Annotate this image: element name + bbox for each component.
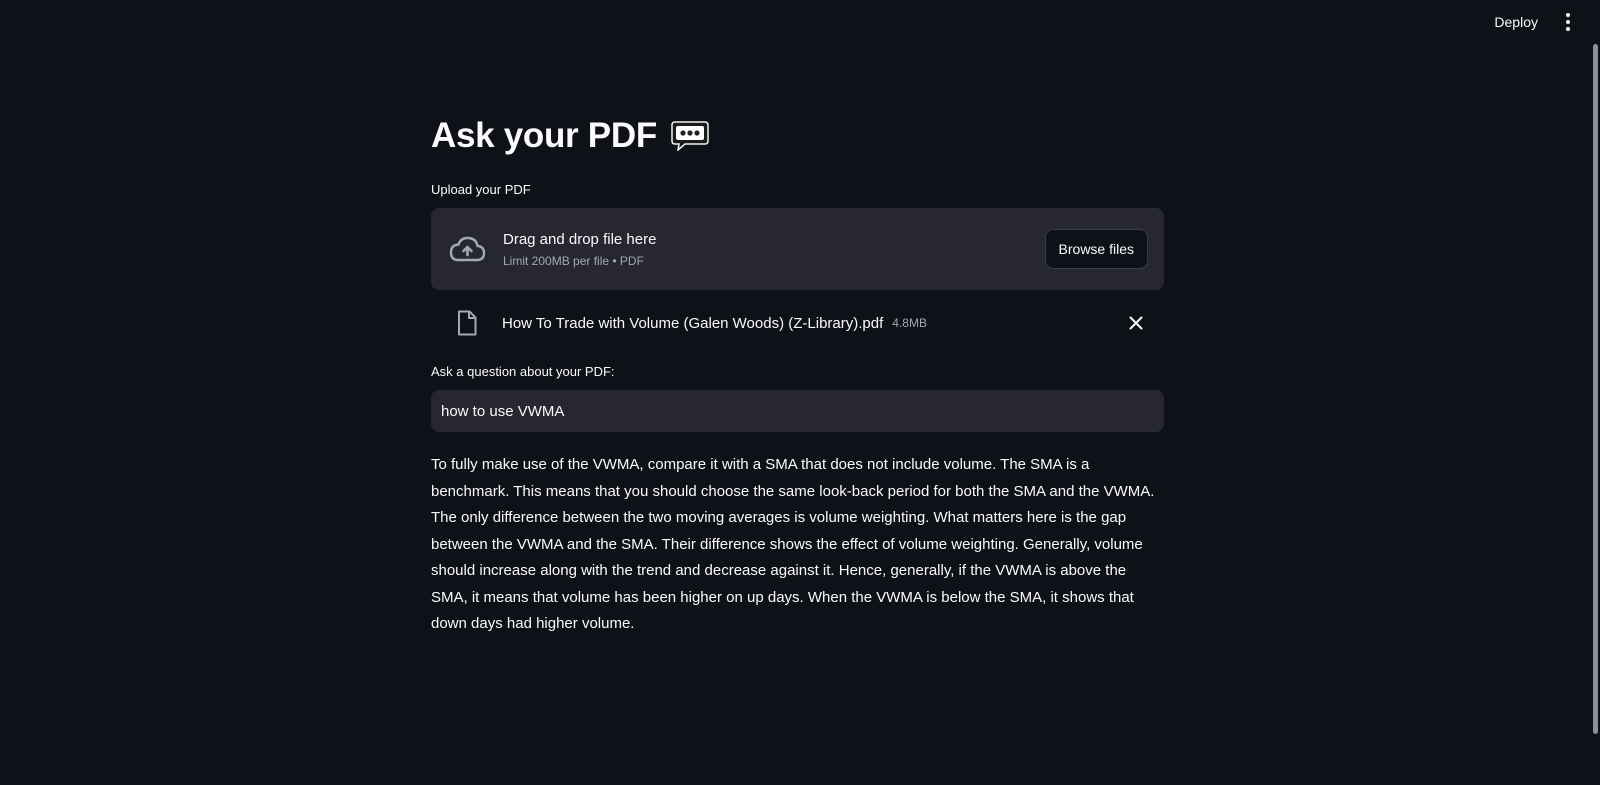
file-dropzone[interactable]: Drag and drop file here Limit 200MB per … — [431, 208, 1164, 290]
answer-text: To fully make use of the VWMA, compare i… — [431, 456, 1155, 632]
uploaded-file: How To Trade with Volume (Galen Woods) (… — [431, 304, 1164, 342]
speech-bubble-icon — [671, 121, 709, 152]
page-title: Ask your PDF — [431, 116, 657, 155]
cloud-upload-icon — [447, 229, 487, 269]
menu-dot — [1566, 13, 1570, 17]
deploy-button[interactable]: Deploy — [1484, 8, 1548, 36]
main-content: Ask your PDF Upload your PDF Drag and dr… — [431, 110, 1164, 638]
file-name: How To Trade with Volume (Galen Woods) (… — [502, 314, 884, 332]
question-label: Ask a question about your PDF: — [431, 364, 615, 379]
close-icon[interactable] — [1124, 311, 1148, 335]
dropzone-limit: Limit 200MB per file • PDF — [503, 253, 644, 268]
app-header: Deploy — [1484, 0, 1600, 44]
app-root: Deploy Ask your PDF Upload your PDF Drag… — [0, 0, 1600, 785]
page-scrollbar[interactable] — [1593, 44, 1598, 734]
vertical-ellipsis-icon[interactable] — [1558, 10, 1578, 34]
file-size: 4.8MB — [892, 316, 927, 330]
browse-files-button[interactable]: Browse files — [1044, 229, 1148, 269]
menu-dot — [1566, 20, 1570, 24]
title-row: Ask your PDF — [431, 110, 1164, 162]
dropzone-instruction: Drag and drop file here — [503, 230, 657, 248]
upload-label: Upload your PDF — [431, 182, 531, 197]
file-icon — [455, 309, 479, 337]
dropzone-text: Drag and drop file here Limit 200MB per … — [503, 231, 1045, 268]
menu-dot — [1566, 27, 1570, 31]
question-input[interactable] — [431, 390, 1164, 432]
